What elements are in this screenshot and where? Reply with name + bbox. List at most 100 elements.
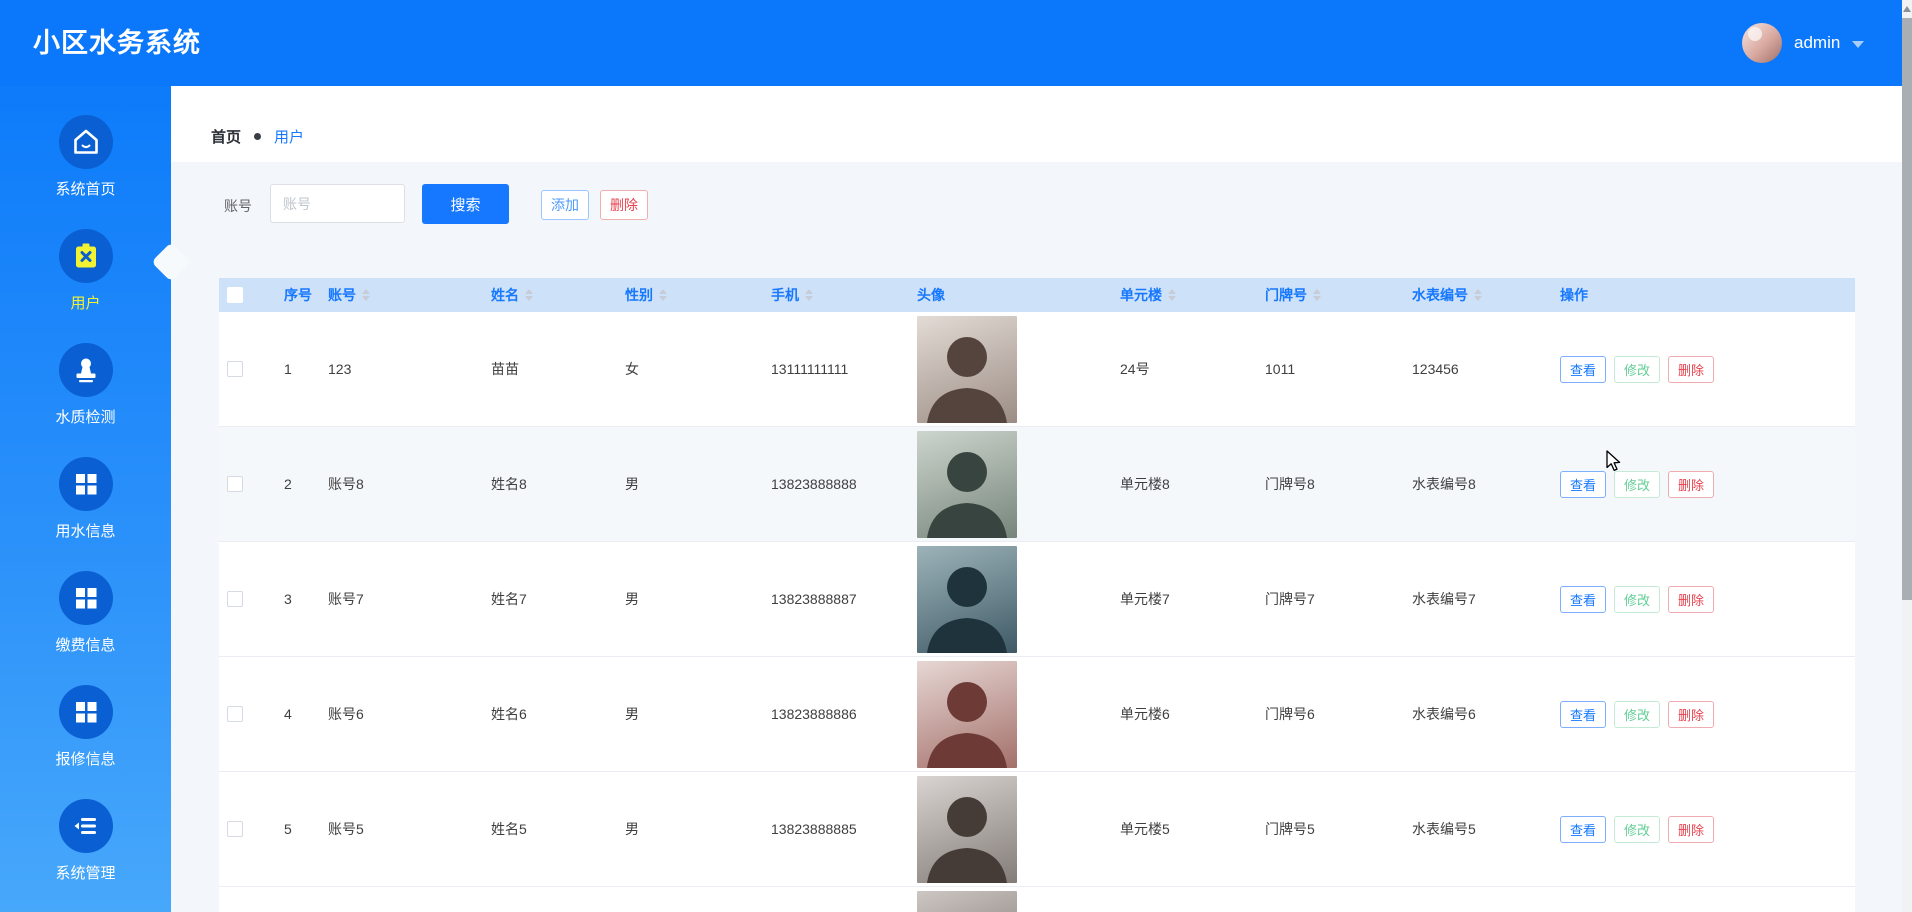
cell-name: 姓名6 — [485, 657, 621, 771]
cell-text: 13823888885 — [771, 821, 857, 837]
cell-gender — [621, 887, 765, 912]
cell-text: 门牌号8 — [1265, 474, 1315, 494]
scroll-up-arrow-icon[interactable] — [1902, 2, 1912, 16]
row-view-button[interactable]: 查看 — [1560, 586, 1606, 613]
users-table: 序号账号姓名性别手机头像单元楼门牌号水表编号操作 1123苗苗女13111111… — [219, 278, 1855, 912]
cell-text: 24号 — [1120, 359, 1150, 379]
sidebar-item-users[interactable]: 用户 — [0, 214, 171, 328]
row-edit-button[interactable]: 修改 — [1614, 471, 1660, 498]
row-checkbox[interactable] — [227, 706, 243, 722]
column-header-label: 序号 — [284, 285, 312, 305]
cell-door: 门牌号8 — [1254, 427, 1399, 541]
cell-text: 账号5 — [328, 819, 364, 839]
row-delete-button[interactable]: 删除 — [1668, 356, 1714, 383]
row-delete-button[interactable]: 删除 — [1668, 701, 1714, 728]
sidebar-item-home[interactable]: 系统首页 — [0, 100, 171, 214]
column-header[interactable]: 姓名 — [485, 278, 621, 312]
home-icon — [59, 115, 113, 169]
column-header[interactable]: 性别 — [621, 278, 765, 312]
sidebar-item-repair[interactable]: 报修信息 — [0, 670, 171, 784]
row-edit-button[interactable]: 修改 — [1614, 701, 1660, 728]
cell-actions: 查看修改删除 — [1549, 427, 1855, 541]
user-name: admin — [1794, 33, 1840, 53]
sidebar-item-payment[interactable]: 缴费信息 — [0, 556, 171, 670]
cell-text: 13823888886 — [771, 706, 857, 722]
sidebar-item-water-usage[interactable]: 用水信息 — [0, 442, 171, 556]
row-select-cell — [219, 772, 270, 886]
column-header-label: 门牌号 — [1265, 285, 1307, 305]
cell-text: 男 — [625, 474, 639, 494]
column-header[interactable]: 手机 — [765, 278, 911, 312]
app-title: 小区水务系统 — [33, 0, 201, 86]
row-checkbox[interactable] — [227, 821, 243, 837]
cell-text: 女 — [625, 359, 639, 379]
cell-meter: 水表编号6 — [1399, 657, 1549, 771]
cell-gender: 女 — [621, 312, 765, 426]
column-header[interactable]: 门牌号 — [1254, 278, 1399, 312]
page-scrollbar[interactable] — [1902, 0, 1912, 912]
cell-text: 姓名8 — [491, 474, 527, 494]
column-header[interactable]: 账号 — [326, 278, 485, 312]
sidebar-item-water-quality[interactable]: 水质检测 — [0, 328, 171, 442]
manage-icon — [59, 799, 113, 853]
select-all-checkbox[interactable] — [227, 287, 243, 303]
user-avatar[interactable] — [1742, 23, 1782, 63]
cell-text: 苗苗 — [491, 359, 519, 379]
row-view-button[interactable]: 查看 — [1560, 701, 1606, 728]
sidebar-item-label: 用户 — [70, 292, 100, 313]
cell-meter: 水表编号8 — [1399, 427, 1549, 541]
column-header[interactable]: 单元楼 — [1109, 278, 1254, 312]
row-view-button[interactable]: 查看 — [1560, 471, 1606, 498]
cell-text: 男 — [625, 589, 639, 609]
row-checkbox[interactable] — [227, 476, 243, 492]
sidebar-item-system[interactable]: 系统管理 — [0, 784, 171, 898]
row-actions: 查看修改删除 — [1560, 586, 1714, 613]
row-actions: 查看修改删除 — [1560, 701, 1714, 728]
scrollbar-thumb[interactable] — [1902, 18, 1912, 600]
cell-actions: 查看修改删除 — [1549, 542, 1855, 656]
cell-gender: 男 — [621, 427, 765, 541]
add-button[interactable]: 添加 — [541, 190, 589, 220]
row-checkbox[interactable] — [227, 591, 243, 607]
cell-account: 账号7 — [326, 542, 485, 656]
cell-text: 13111111111 — [771, 361, 848, 377]
row-actions: 查看修改删除 — [1560, 356, 1714, 383]
table-row — [219, 887, 1855, 912]
avatar-image — [917, 316, 1017, 423]
cell-text: 单元楼5 — [1120, 819, 1170, 839]
cell-index: 1 — [270, 312, 326, 426]
row-delete-button[interactable]: 删除 — [1668, 586, 1714, 613]
row-edit-button[interactable]: 修改 — [1614, 586, 1660, 613]
cell-text: 5 — [284, 821, 292, 837]
row-select-cell — [219, 887, 270, 912]
avatar-image — [917, 891, 1017, 912]
breadcrumb-strip — [171, 86, 1902, 162]
breadcrumb-home[interactable]: 首页 — [211, 126, 241, 147]
page: { "app": { "title": "小区水务系统" }, "userbar… — [0, 0, 1912, 912]
avatar-image — [917, 546, 1017, 653]
search-button[interactable]: 搜索 — [422, 184, 509, 224]
delete-button[interactable]: 删除 — [600, 190, 648, 220]
row-view-button[interactable]: 查看 — [1560, 356, 1606, 383]
sort-carets-icon — [1313, 289, 1321, 301]
cell-text: 3 — [284, 591, 292, 607]
account-search-input[interactable] — [270, 184, 405, 223]
row-delete-button[interactable]: 删除 — [1668, 471, 1714, 498]
cell-text: 账号8 — [328, 474, 364, 494]
breadcrumb-current[interactable]: 用户 — [274, 126, 304, 147]
row-actions: 查看修改删除 — [1560, 471, 1714, 498]
row-view-button[interactable]: 查看 — [1560, 816, 1606, 843]
row-select-cell — [219, 427, 270, 541]
column-header[interactable]: 水表编号 — [1399, 278, 1549, 312]
cell-phone: 13823888885 — [765, 772, 911, 886]
cell-meter: 123456 — [1399, 312, 1549, 426]
sort-carets-icon — [659, 289, 667, 301]
row-checkbox[interactable] — [227, 361, 243, 377]
row-delete-button[interactable]: 删除 — [1668, 816, 1714, 843]
user-card-icon — [59, 229, 113, 283]
row-edit-button[interactable]: 修改 — [1614, 356, 1660, 383]
row-edit-button[interactable]: 修改 — [1614, 816, 1660, 843]
cell-text: 水表编号8 — [1412, 474, 1476, 494]
user-menu[interactable]: admin — [1742, 0, 1864, 86]
cell-account — [326, 887, 485, 912]
